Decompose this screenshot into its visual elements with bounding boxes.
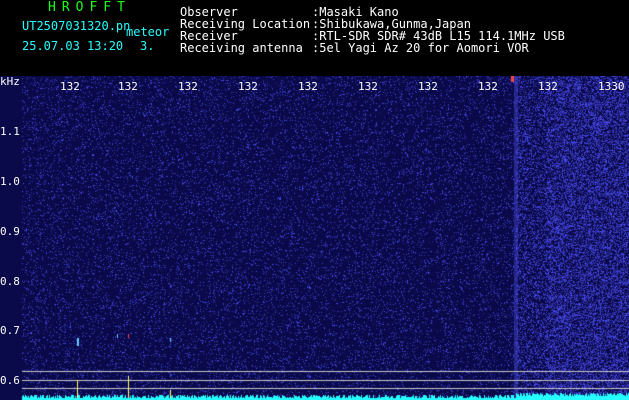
freq-tick: 0.7 <box>0 324 20 337</box>
filename: UT2507031320.pn <box>22 19 131 33</box>
time-tick: 132 <box>418 80 438 93</box>
field-value-antenna: :5el Yagi Az 20 for Aomori VOR <box>312 41 529 55</box>
header-panel: HROFFT UT2507031320.pn meteor 25.07.03 1… <box>0 0 629 76</box>
datetime: 25.07.03 13:20 <box>22 39 124 53</box>
time-tick: 132 <box>538 80 558 93</box>
time-tick: 132 <box>238 80 258 93</box>
time-tick: 132 <box>298 80 318 93</box>
freq-tick: 0.8 <box>0 275 20 288</box>
freq-tick: 1.1 <box>0 125 20 138</box>
app-title: HROFFT <box>48 0 131 15</box>
time-tick: 132 <box>178 80 198 93</box>
unit-label: kHz <box>0 75 20 88</box>
tag-label: meteor <box>126 25 170 39</box>
time-tick: 132 <box>358 80 378 93</box>
spectrogram-canvas <box>0 76 629 400</box>
count-value: 3. <box>140 39 155 53</box>
time-tick: 132 <box>478 80 498 93</box>
freq-tick: 0.9 <box>0 225 20 238</box>
freq-tick: 1.0 <box>0 175 20 188</box>
time-tick: 1330 <box>598 80 625 93</box>
field-label-antenna: Receiving antenna <box>180 41 303 55</box>
time-tick: 132 <box>60 80 80 93</box>
time-tick: 132 <box>118 80 138 93</box>
freq-tick: 0.6 <box>0 374 20 387</box>
